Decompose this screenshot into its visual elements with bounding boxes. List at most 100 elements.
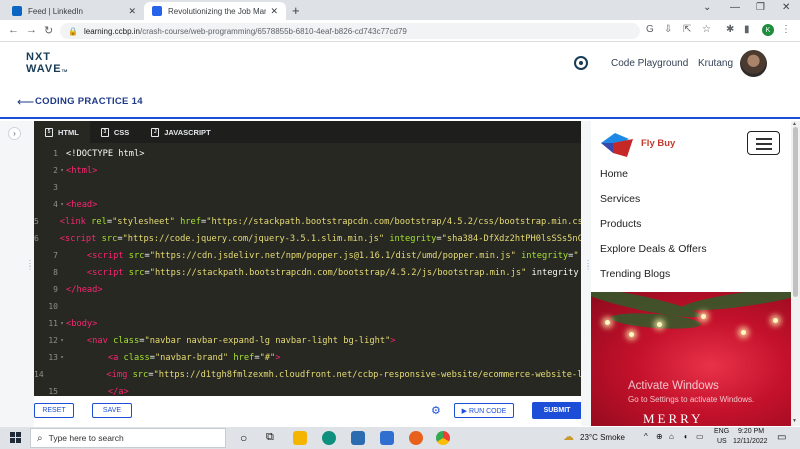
notifications-icon[interactable]: ▭ <box>777 432 786 443</box>
browser-tab-linkedin[interactable]: Feed | LinkedIn ✕ <box>4 2 144 20</box>
code-line[interactable]: 10 <box>34 298 581 315</box>
edge-icon[interactable] <box>322 431 336 445</box>
user-avatar[interactable] <box>740 50 767 77</box>
scrollbar-thumb[interactable] <box>793 127 798 297</box>
network-icon[interactable]: ⌂ <box>669 432 674 441</box>
tab-html[interactable]: 5 HTML <box>34 121 90 143</box>
code-editor[interactable]: 5 HTML 3 CSS J JAVASCRIPT 1 <!DOCTYPE htm… <box>34 121 581 396</box>
js-icon: J <box>151 127 160 137</box>
code-line[interactable]: 1 <!DOCTYPE html> <box>34 145 581 162</box>
code-line[interactable]: 6 <script src="https://code.jquery.com/j… <box>34 230 581 247</box>
tab-search-icon[interactable]: ⌄ <box>703 2 711 13</box>
scroll-down-icon[interactable]: ▼ <box>792 418 797 424</box>
browser-tab-ccbp[interactable]: Revolutionizing the Job Market | ✕ <box>144 2 286 20</box>
restore-button[interactable]: ❐ <box>756 2 765 13</box>
back-arrow-icon[interactable]: ⟵ <box>17 95 34 109</box>
ccbp-favicon-icon <box>152 6 162 16</box>
bookmark-star-icon[interactable]: ☆ <box>702 24 711 35</box>
fold-toggle-icon[interactable]: ▾ <box>58 201 66 208</box>
clock-date[interactable]: 12/11/2022 <box>733 438 768 445</box>
code-line[interactable]: 7 <script src="https://cdn.jsdelivr.net/… <box>34 247 581 264</box>
code-line[interactable]: 8 <script src="https://stackpath.bootstr… <box>34 264 581 281</box>
close-tab-icon[interactable]: ✕ <box>270 6 278 17</box>
code-line[interactable]: 12 ▾ <nav class="navbar navbar-expand-lg … <box>34 332 581 349</box>
profile-avatar[interactable]: K <box>762 24 774 36</box>
url-bar[interactable]: 🔒 learning.ccbp.in /crash-course/web-pro… <box>60 23 640 39</box>
clock-time[interactable]: 9:20 PM <box>738 428 764 435</box>
editor-tabs: 5 HTML 3 CSS J JAVASCRIPT <box>34 121 581 143</box>
preview-scrollbar[interactable]: ▲ ▼ <box>791 121 800 426</box>
reset-button[interactable]: RESET <box>34 403 74 418</box>
save-button[interactable]: SAVE <box>92 403 132 418</box>
close-window-button[interactable]: ✕ <box>782 2 790 13</box>
preview-nav-deals[interactable]: Explore Deals & Offers <box>600 243 707 255</box>
code-line[interactable]: 5 <link rel="stylesheet" href="https://s… <box>34 213 581 230</box>
forward-button[interactable]: → <box>26 24 37 36</box>
minimize-button[interactable]: — <box>730 2 740 13</box>
back-button[interactable]: ← <box>8 24 19 36</box>
weather-icon[interactable]: ☁ <box>563 430 574 443</box>
fold-toggle-icon[interactable]: ▾ <box>58 337 66 344</box>
banner-text: MERRY <box>643 411 704 426</box>
language-bottom[interactable]: US <box>717 438 727 445</box>
fold-toggle-icon[interactable]: ▾ <box>58 167 66 174</box>
tab-css[interactable]: 3 CSS <box>90 121 140 143</box>
browser-menu-icon[interactable]: ⋮ <box>781 24 791 35</box>
preview-brand[interactable]: Fly Buy <box>641 138 675 149</box>
install-icon[interactable]: ⇩ <box>664 24 672 35</box>
code-line[interactable]: 14 <img src="https://d1tgh8fmlzexmh.clou… <box>34 366 581 383</box>
mail-icon[interactable] <box>351 431 365 445</box>
preview-nav-home[interactable]: Home <box>600 168 628 180</box>
tray-chevron-icon[interactable]: ^ <box>644 432 648 441</box>
code-playground-link[interactable]: Code Playground <box>611 58 688 69</box>
new-tab-button[interactable]: + <box>292 3 300 18</box>
code-line[interactable]: 13 ▾ <a class="navbar-brand" href="#"> <box>34 349 581 366</box>
share-icon[interactable]: ⇱ <box>683 24 691 35</box>
code-area[interactable]: 1 <!DOCTYPE html> 2 ▾ <html> 3 4 ▾ <head> 5 <link… <box>34 145 581 397</box>
preview-nav-blogs[interactable]: Trending Blogs <box>600 268 670 280</box>
tray-app-icon[interactable]: ⊕ <box>656 432 663 441</box>
taskbar-search[interactable]: ⌕ Type here to search <box>30 428 226 448</box>
fold-toggle-icon[interactable]: ▾ <box>58 320 66 327</box>
submit-button[interactable]: SUBMIT <box>532 402 582 419</box>
nxtwave-logo[interactable]: NXT WAVETM <box>26 51 67 77</box>
side-panel-icon[interactable]: ▮ <box>744 24 750 35</box>
windows-start-icon[interactable] <box>10 432 21 443</box>
code-line[interactable]: 15 </a> <box>34 383 581 397</box>
code-text: <script src="https://stackpath.bootstrap… <box>86 267 579 278</box>
output-preview[interactable]: Fly Buy Home Services Products Explore D… <box>591 121 800 426</box>
preview-nav-services[interactable]: Services <box>600 193 640 205</box>
code-line[interactable]: 3 <box>34 179 581 196</box>
google-icon[interactable]: G <box>646 24 654 35</box>
firefox-icon[interactable] <box>409 431 423 445</box>
code-line[interactable]: 9 </head> <box>34 281 581 298</box>
extensions-icon[interactable]: ✱ <box>726 24 734 35</box>
expand-panel-button[interactable]: › <box>8 127 21 140</box>
battery-icon[interactable]: ▭ <box>696 432 704 441</box>
cortana-icon[interactable]: ○ <box>240 431 247 445</box>
code-line[interactable]: 2 ▾ <html> <box>34 162 581 179</box>
store-icon[interactable] <box>380 431 394 445</box>
file-explorer-icon[interactable] <box>293 431 307 445</box>
run-code-button[interactable]: ▶ RUN CODE <box>454 403 514 418</box>
weather-text[interactable]: 23°C Smoke <box>580 433 625 442</box>
line-number: 8 <box>53 268 58 277</box>
timer-icon[interactable] <box>574 56 588 70</box>
code-line[interactable]: 11 ▾ <body> <box>34 315 581 332</box>
close-tab-icon[interactable]: ✕ <box>128 6 136 17</box>
volume-icon[interactable]: ◖ <box>683 432 688 441</box>
settings-gear-icon[interactable]: ⚙ <box>431 404 441 417</box>
chrome-icon[interactable] <box>436 431 450 445</box>
hamburger-menu-icon[interactable] <box>747 131 780 155</box>
reload-button[interactable]: ↻ <box>44 24 53 37</box>
logo-line1: NXT <box>26 51 51 63</box>
preview-nav-products[interactable]: Products <box>600 218 641 230</box>
drag-handle-icon[interactable]: ⋮ ⋮ <box>26 260 34 271</box>
page-title: CODING PRACTICE 14 <box>35 96 143 107</box>
username[interactable]: Krutang <box>698 58 733 69</box>
code-line[interactable]: 4 ▾ <head> <box>34 196 581 213</box>
tab-javascript[interactable]: J JAVASCRIPT <box>140 121 221 143</box>
task-view-icon[interactable]: ⧉ <box>266 431 274 444</box>
language-top[interactable]: ENG <box>714 428 729 435</box>
fold-toggle-icon[interactable]: ▾ <box>58 354 66 361</box>
